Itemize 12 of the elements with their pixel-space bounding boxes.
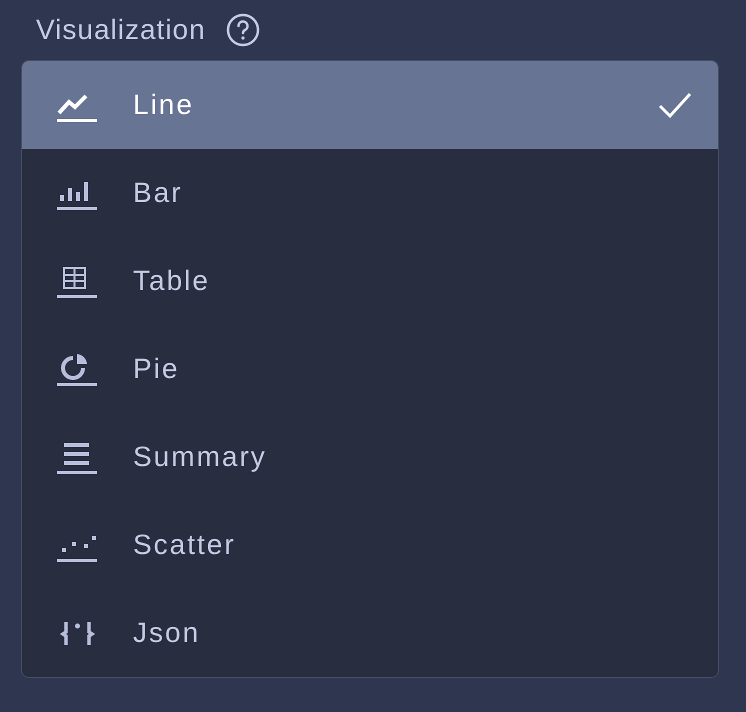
option-label: Scatter [133,528,237,562]
option-item[interactable]: Line [22,61,718,149]
pie-chart-icon [56,351,98,387]
option-label: Pie [133,352,180,386]
option-label: Bar [133,176,184,210]
option-label: Json [133,616,202,650]
option-label: Table [133,264,211,298]
option-label: Summary [133,440,268,474]
field-label: Visualization [36,13,206,47]
option-label: Line [133,88,195,122]
checkmark-icon [658,91,692,119]
help-icon[interactable] [226,13,260,47]
